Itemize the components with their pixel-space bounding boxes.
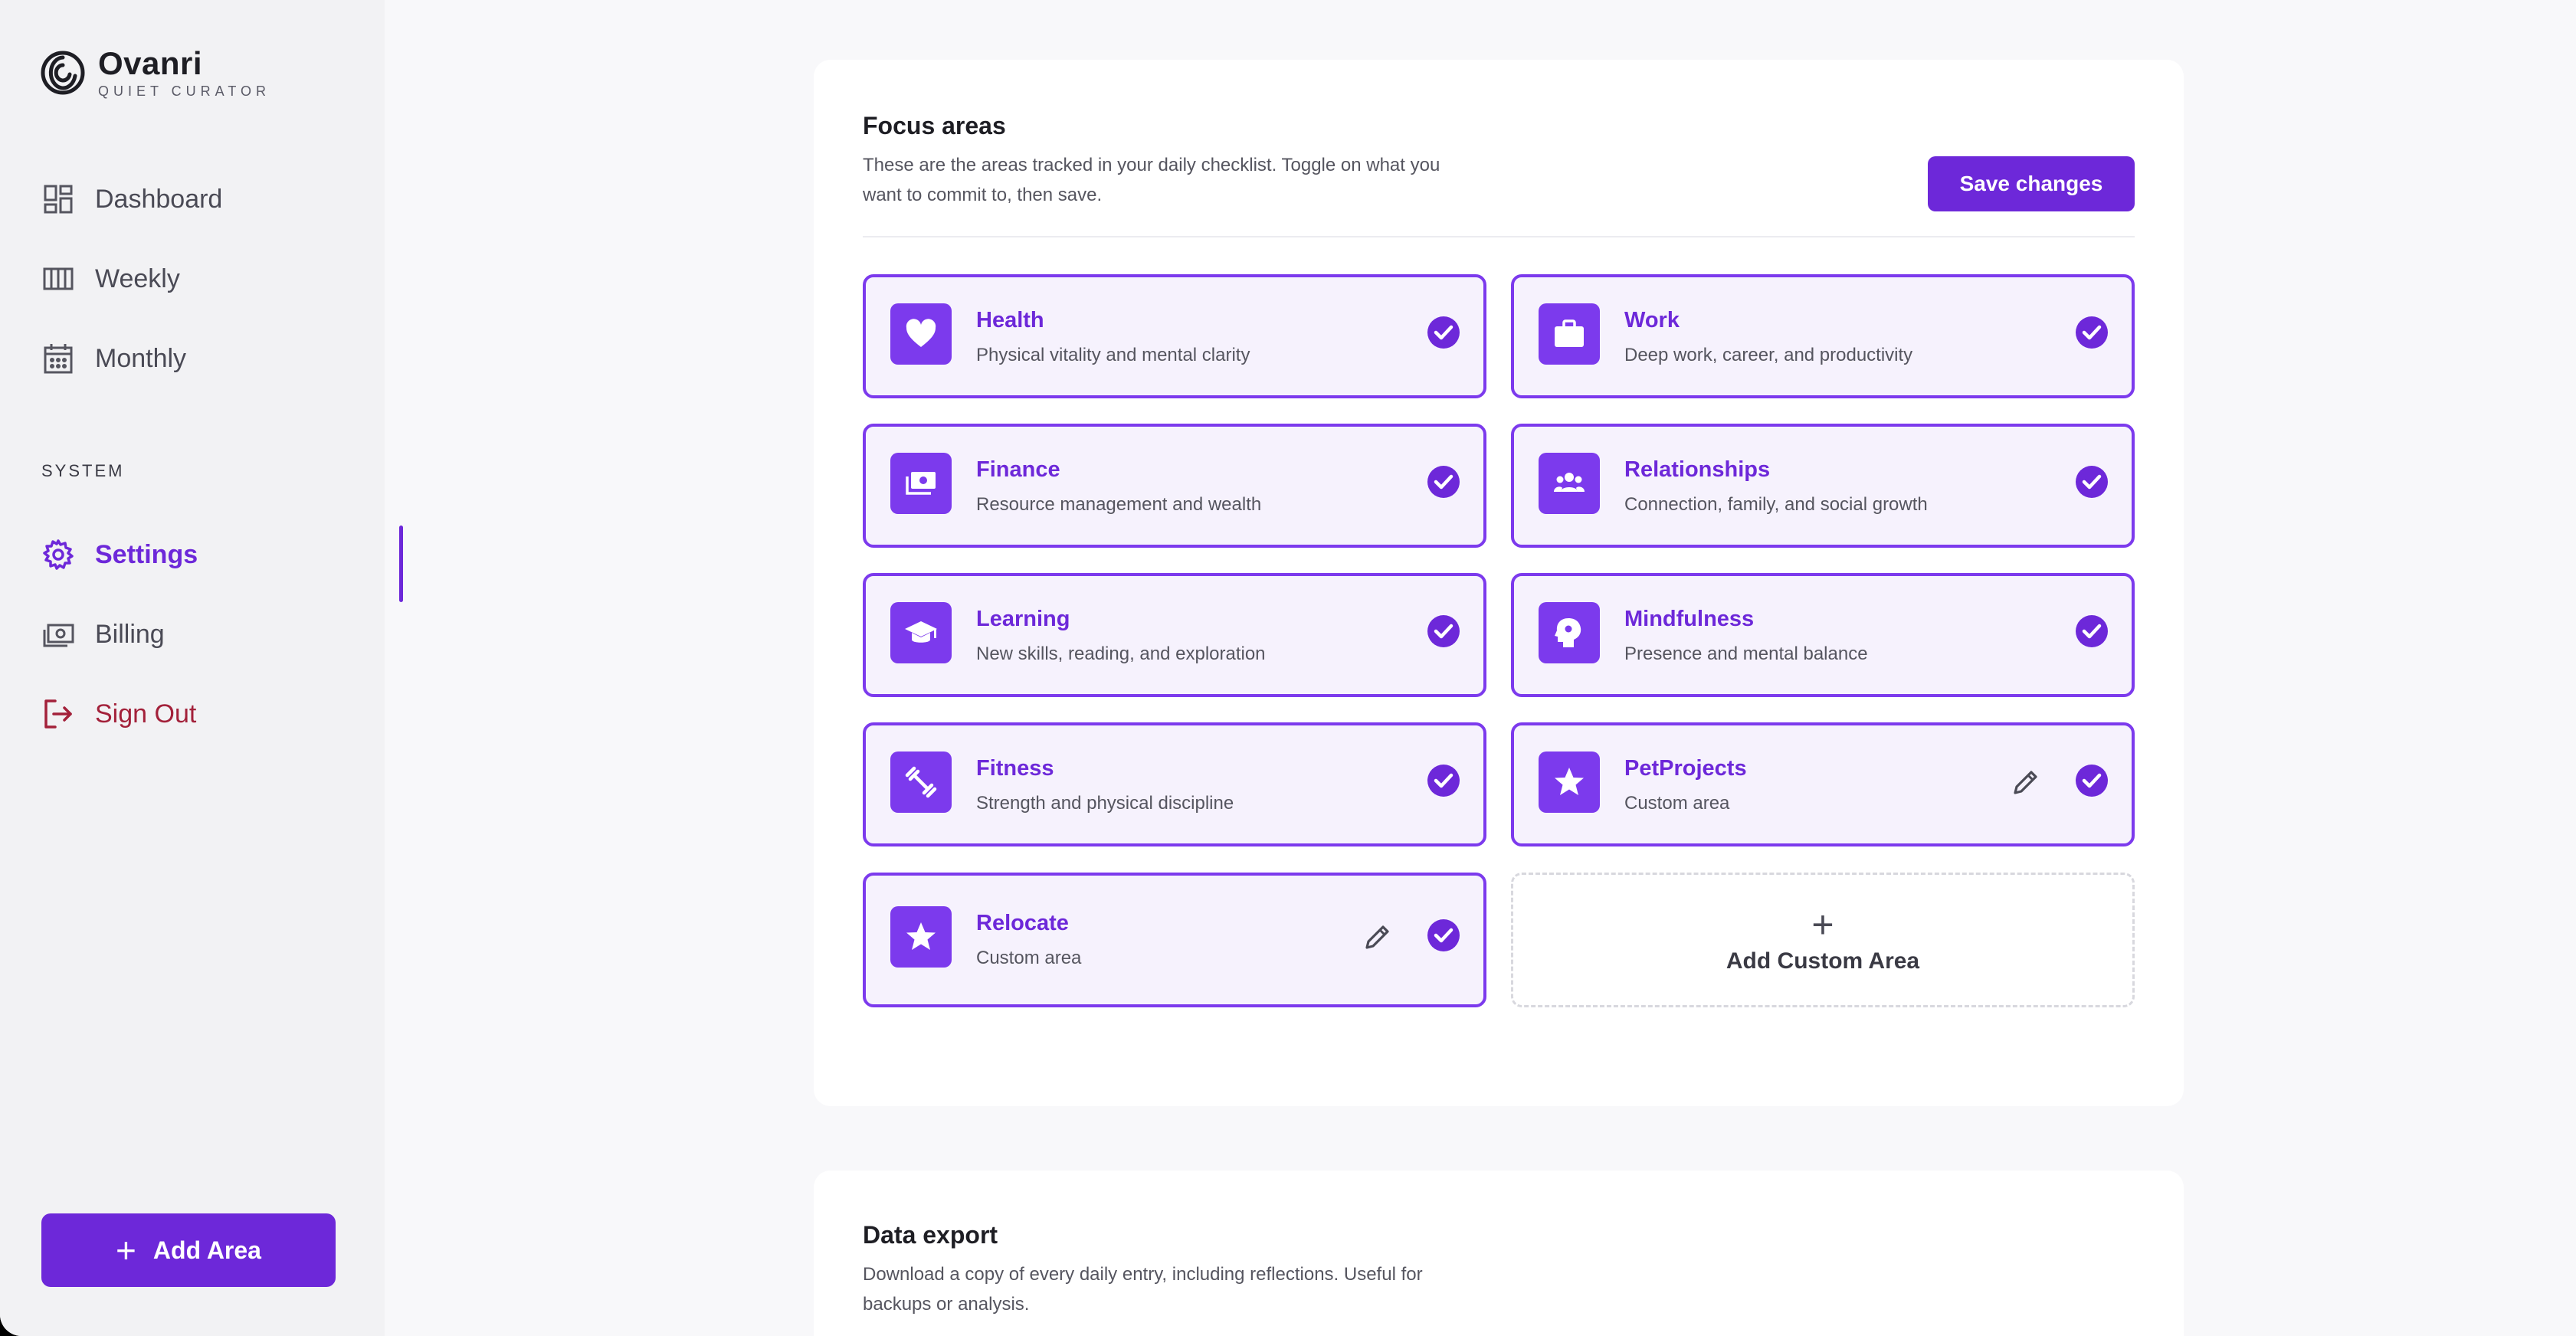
nav-label-billing: Billing bbox=[95, 619, 165, 649]
weekly-columns-icon bbox=[40, 260, 77, 297]
nav-label-sign-out: Sign Out bbox=[95, 699, 197, 729]
nav-item-sign-out[interactable]: Sign Out bbox=[40, 674, 362, 754]
system-nav: Settings Billing Sign Out bbox=[40, 515, 403, 754]
gear-icon bbox=[40, 536, 77, 573]
check-circle-icon[interactable] bbox=[2075, 465, 2109, 499]
nav-item-monthly[interactable]: Monthly bbox=[40, 319, 362, 398]
focus-areas-card: Focus areas These are the areas tracked … bbox=[814, 60, 2184, 1106]
area-description: Resource management and wealth bbox=[976, 494, 1262, 515]
people-icon bbox=[1539, 453, 1600, 514]
brand-subtitle: QUIET CURATOR bbox=[98, 84, 271, 99]
check-circle-icon[interactable] bbox=[1427, 918, 1460, 952]
area-description: Connection, family, and social growth bbox=[1624, 494, 1928, 515]
area-name: Mindfulness bbox=[1624, 607, 1755, 631]
sign-out-icon bbox=[40, 696, 77, 732]
graduation-cap-icon bbox=[890, 602, 952, 663]
focus-areas-description: These are the areas tracked in your dail… bbox=[863, 155, 1440, 205]
nav-item-dashboard[interactable]: Dashboard bbox=[40, 159, 362, 239]
area-name: Work bbox=[1624, 308, 1680, 332]
area-name: Health bbox=[976, 308, 1044, 332]
save-changes-button[interactable]: Save changes bbox=[1928, 156, 2135, 211]
area-description: Strength and physical discipline bbox=[976, 793, 1234, 814]
focus-area-relocate[interactable]: Relocate Custom area bbox=[863, 873, 1486, 1007]
area-name: Fitness bbox=[976, 756, 1054, 781]
area-description: Custom area bbox=[976, 948, 1082, 968]
app-window: Ovanri QUIET CURATOR Dashboard Weekly Mo… bbox=[0, 0, 2576, 1336]
dashboard-icon bbox=[40, 181, 77, 218]
plus-icon: + bbox=[1811, 903, 1834, 946]
check-circle-icon[interactable] bbox=[1427, 764, 1460, 797]
nav-label-weekly: Weekly bbox=[95, 264, 180, 293]
brand-name: Ovanri bbox=[98, 45, 203, 81]
check-circle-icon[interactable] bbox=[1427, 465, 1460, 499]
focus-area-work[interactable]: Work Deep work, career, and productivity bbox=[1511, 274, 2135, 398]
nav-item-billing[interactable]: Billing bbox=[40, 594, 362, 674]
focus-areas-title: Focus areas bbox=[863, 112, 1006, 139]
area-description: Deep work, career, and productivity bbox=[1624, 345, 1913, 365]
area-description: New skills, reading, and exploration bbox=[976, 643, 1266, 664]
plus-icon: + bbox=[116, 1230, 136, 1270]
area-description: Physical vitality and mental clarity bbox=[976, 345, 1250, 365]
focus-area-relationships[interactable]: Relationships Connection, family, and so… bbox=[1511, 424, 2135, 548]
add-custom-area-button[interactable]: + Add Custom Area bbox=[1511, 873, 2135, 1007]
money-icon bbox=[890, 453, 952, 514]
brand[interactable]: Ovanri QUIET CURATOR bbox=[40, 46, 270, 100]
add-custom-area-label: Add Custom Area bbox=[1726, 948, 1920, 974]
focus-area-petprojects[interactable]: PetProjects Custom area bbox=[1511, 722, 2135, 846]
check-circle-icon[interactable] bbox=[1427, 316, 1460, 349]
star-icon bbox=[1539, 752, 1600, 813]
area-name: Finance bbox=[976, 457, 1060, 482]
calendar-icon bbox=[40, 340, 77, 377]
focus-area-learning[interactable]: Learning New skills, reading, and explor… bbox=[863, 573, 1486, 697]
focus-area-mindfulness[interactable]: Mindfulness Presence and mental balance bbox=[1511, 573, 2135, 697]
area-description: Presence and mental balance bbox=[1624, 643, 1868, 664]
nav-label-monthly: Monthly bbox=[95, 343, 187, 373]
mind-head-icon bbox=[1539, 602, 1600, 663]
nav-item-weekly[interactable]: Weekly bbox=[40, 239, 362, 319]
ovanri-logo-icon bbox=[41, 51, 85, 95]
briefcase-icon bbox=[1539, 303, 1600, 365]
money-icon bbox=[40, 616, 77, 653]
area-name: PetProjects bbox=[1624, 756, 1747, 781]
nav-label-dashboard: Dashboard bbox=[95, 184, 223, 214]
data-export-card: Data export Download a copy of every dai… bbox=[814, 1171, 2184, 1336]
check-circle-icon[interactable] bbox=[1427, 614, 1460, 648]
check-circle-icon[interactable] bbox=[2075, 614, 2109, 648]
dumbbell-icon bbox=[890, 752, 952, 813]
star-icon bbox=[890, 906, 952, 968]
area-name: Relocate bbox=[976, 911, 1069, 935]
pencil-edit-icon[interactable] bbox=[2011, 767, 2041, 797]
check-circle-icon[interactable] bbox=[2075, 316, 2109, 349]
pencil-edit-icon[interactable] bbox=[1362, 922, 1393, 952]
area-description: Custom area bbox=[1624, 793, 1730, 814]
heart-icon bbox=[890, 303, 952, 365]
add-area-button[interactable]: + Add Area bbox=[41, 1213, 336, 1287]
nav-label-settings: Settings bbox=[95, 539, 198, 569]
focus-area-fitness[interactable]: Fitness Strength and physical discipline bbox=[863, 722, 1486, 846]
focus-area-health[interactable]: Health Physical vitality and mental clar… bbox=[863, 274, 1486, 398]
section-label-system: SYSTEM bbox=[41, 461, 125, 480]
data-export-description: Download a copy of every daily entry, in… bbox=[863, 1264, 1423, 1315]
nav-item-settings[interactable]: Settings bbox=[40, 515, 403, 602]
area-name: Learning bbox=[976, 607, 1070, 631]
focus-area-finance[interactable]: Finance Resource management and wealth bbox=[863, 424, 1486, 548]
primary-nav: Dashboard Weekly Monthly bbox=[40, 159, 362, 398]
sidebar: Ovanri QUIET CURATOR Dashboard Weekly Mo… bbox=[0, 0, 403, 1336]
area-name: Relationships bbox=[1624, 457, 1771, 482]
divider bbox=[863, 236, 2135, 237]
add-area-label: Add Area bbox=[152, 1236, 261, 1264]
check-circle-icon[interactable] bbox=[2075, 764, 2109, 797]
active-indicator bbox=[399, 526, 403, 602]
data-export-title: Data export bbox=[863, 1221, 998, 1249]
